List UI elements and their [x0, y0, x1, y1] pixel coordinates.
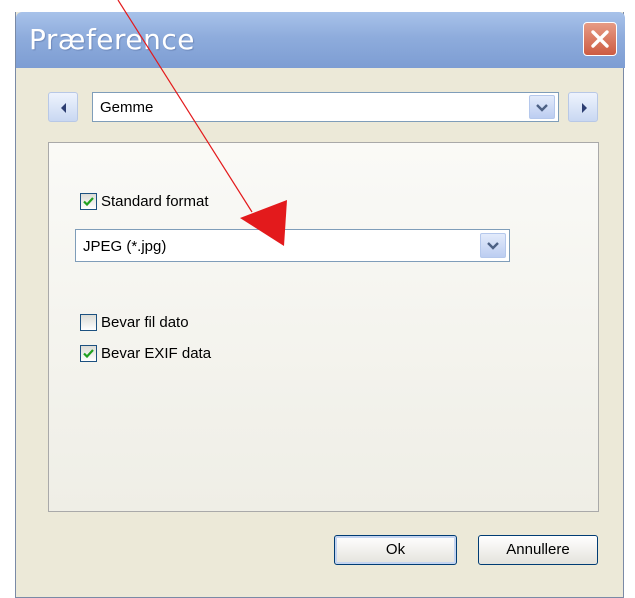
annotation-arrow-head	[240, 200, 287, 246]
annotation-arrow	[117, 0, 287, 246]
annotation-arrow-line	[117, 0, 253, 213]
